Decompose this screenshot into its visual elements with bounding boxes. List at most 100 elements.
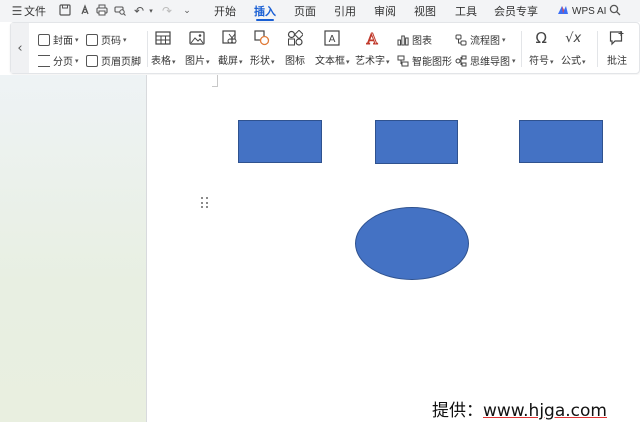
chevron-down-icon: ▾ <box>75 35 79 44</box>
chart-icon <box>397 34 409 46</box>
tab-member[interactable]: 会员专享 <box>494 0 538 22</box>
ribbon-divider <box>597 31 598 67</box>
wps-ai-button[interactable]: WPS AI <box>572 0 606 22</box>
chevron-down-icon: ▾ <box>75 56 79 65</box>
icon-label: 图标 <box>285 56 305 67</box>
flowchart-button[interactable]: 流程图 ▾ <box>455 32 506 47</box>
print-preview-icon[interactable] <box>113 4 127 18</box>
save-icon[interactable] <box>58 4 72 18</box>
picture-label: 图片 <box>185 56 205 67</box>
picture-button[interactable]: 图片▾ <box>185 29 210 67</box>
watermark-text: 提供：www.hjga.com <box>432 396 607 421</box>
tab-home[interactable]: 开始 <box>214 0 236 22</box>
icon-button[interactable]: 图标 <box>285 29 305 67</box>
page-break-label: 分页 <box>53 57 73 68</box>
wordart-icon: A <box>363 29 381 47</box>
formula-button[interactable]: √x 公式▾ <box>561 29 586 68</box>
chevron-down-icon: ▾ <box>346 58 350 66</box>
watermark-url: www.hjga.com <box>483 401 607 421</box>
page-number-icon <box>86 33 98 46</box>
chevron-down-icon: ▾ <box>123 35 127 44</box>
ribbon-divider <box>521 31 522 67</box>
chart-button[interactable]: 图表 <box>397 32 432 47</box>
cover-icon <box>38 33 50 46</box>
svg-text:A: A <box>366 30 378 46</box>
table-button[interactable]: 表格▾ <box>151 29 176 67</box>
page-number-button[interactable]: 页码 ▾ <box>86 32 127 47</box>
flowchart-icon <box>455 34 467 46</box>
screenshot-label: 截屏 <box>218 56 238 67</box>
chevron-down-icon: ▾ <box>582 58 586 66</box>
tab-tools[interactable]: 工具 <box>455 0 477 22</box>
mindmap-button[interactable]: 思维导图 ▾ <box>455 53 516 68</box>
omega-icon: Ω <box>535 29 547 47</box>
flowchart-label: 流程图 <box>470 36 500 47</box>
header-footer-label: 页眉页脚 <box>101 57 141 68</box>
search-icon[interactable] <box>608 4 622 18</box>
textbox-button[interactable]: A 文本框▾ <box>315 29 350 67</box>
tab-view[interactable]: 视图 <box>414 0 436 22</box>
page-number-label: 页码 <box>101 36 121 47</box>
file-menu[interactable]: 文件 <box>24 0 46 22</box>
page-break-button[interactable]: 分页 ▾ <box>38 53 79 68</box>
cover-button[interactable]: 封面 ▾ <box>38 32 79 47</box>
insert-ribbon: ‹ 封面 ▾ 分页 ▾ 页码 ▾ 页眉页脚 表格▾ 图片▾ 截屏▾ 形状▾ 图标… <box>10 22 640 74</box>
pdf-export-icon[interactable] <box>78 4 92 18</box>
rectangle-shape[interactable] <box>519 120 603 163</box>
print-icon[interactable] <box>95 4 109 18</box>
tab-insert[interactable]: 插入 <box>254 0 276 22</box>
comment-label: 批注 <box>607 56 627 67</box>
formula-label: 公式 <box>561 56 581 67</box>
chevron-down-icon: ▾ <box>550 58 554 66</box>
shape-icon <box>253 29 271 47</box>
ribbon-divider <box>147 31 148 67</box>
page-break-icon <box>38 54 50 67</box>
left-gutter <box>0 75 146 422</box>
shape-label: 形状 <box>250 56 270 67</box>
rectangle-shape[interactable] <box>375 120 458 164</box>
picture-icon <box>188 29 206 47</box>
svg-text:A: A <box>329 34 336 45</box>
page-corner-mark <box>212 75 218 87</box>
mindmap-icon <box>455 55 467 67</box>
icons-gallery-icon <box>286 29 304 47</box>
symbol-label: 符号 <box>529 56 549 67</box>
hamburger-icon[interactable]: ☰ <box>10 4 24 18</box>
table-label: 表格 <box>151 56 171 67</box>
chevron-down-icon: ▾ <box>386 58 390 66</box>
wordart-button[interactable]: A 艺术字▾ <box>355 29 390 67</box>
cover-label: 封面 <box>53 36 73 47</box>
ribbon-scroll-left-icon[interactable]: ‹ <box>11 23 29 73</box>
textbox-icon: A <box>323 29 341 47</box>
textbox-label: 文本框 <box>315 56 345 67</box>
shape-button[interactable]: 形状▾ <box>250 29 275 67</box>
scissors-icon <box>221 29 239 47</box>
tab-references[interactable]: 引用 <box>334 0 356 22</box>
header-footer-button[interactable]: 页眉页脚 <box>86 53 141 68</box>
tab-page[interactable]: 页面 <box>294 0 316 22</box>
smart-graphic-button[interactable]: 智能图形 <box>397 53 452 68</box>
smart-graphic-icon <box>397 55 409 67</box>
rectangle-shape[interactable] <box>238 120 322 163</box>
add-comment-icon <box>608 29 626 47</box>
menu-bar: ☰ 文件 ↶ ▾ ↷ ⌄ 开始 插入 页面 引用 审阅 视图 工具 会员专享 W… <box>0 0 640 22</box>
chart-label: 图表 <box>412 36 432 47</box>
chevron-down-icon: ▾ <box>239 58 243 66</box>
wordart-label: 艺术字 <box>355 56 385 67</box>
drag-handle-icon[interactable] <box>201 197 209 209</box>
chevron-down-icon: ▾ <box>206 58 210 66</box>
formula-icon: √x <box>565 30 582 46</box>
chevron-down-icon: ▾ <box>271 58 275 66</box>
more-icon[interactable]: ⌄ <box>180 4 194 18</box>
symbol-button[interactable]: Ω 符号▾ <box>529 29 554 67</box>
header-footer-icon <box>86 54 98 67</box>
chevron-down-icon: ▾ <box>512 56 516 65</box>
chevron-down-icon: ▾ <box>502 35 506 44</box>
ellipse-shape[interactable] <box>355 207 469 280</box>
tab-review[interactable]: 审阅 <box>374 0 396 22</box>
wps-ai-icon[interactable] <box>556 4 570 18</box>
redo-icon[interactable]: ↷ <box>160 4 174 18</box>
comment-button[interactable]: 批注 <box>607 29 627 67</box>
screenshot-button[interactable]: 截屏▾ <box>218 29 243 67</box>
undo-dropdown-icon[interactable]: ▾ <box>144 4 158 18</box>
